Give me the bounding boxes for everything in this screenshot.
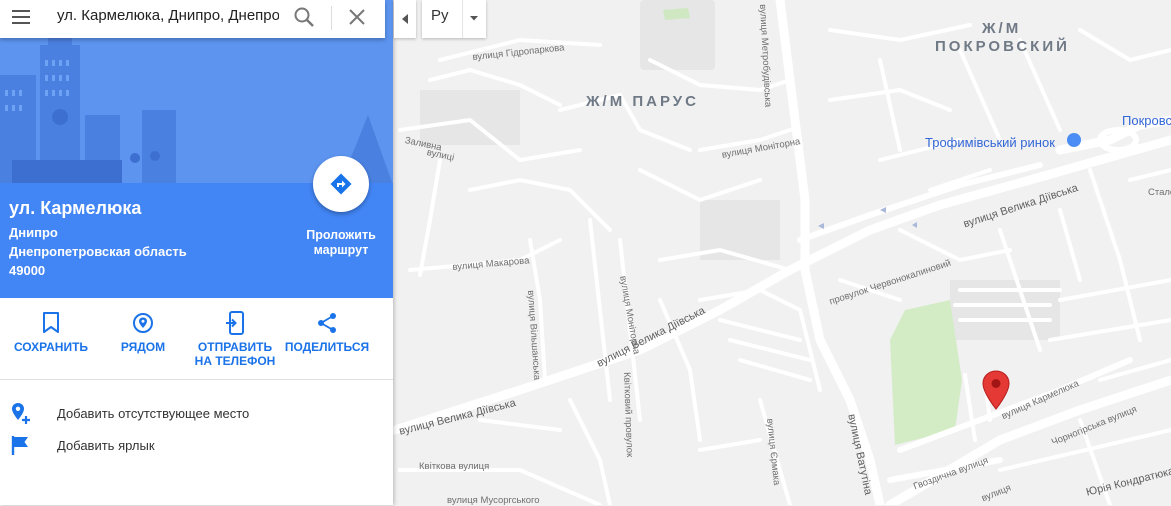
send-to-phone-label: ОТПРАВИТЬ НА ТЕЛЕФОН	[194, 340, 276, 368]
street-label: вулиця Мусоргського	[447, 495, 540, 506]
search-input[interactable]: ул. Кармелюка, Днипро, Днепропетровская …	[57, 0, 279, 38]
place-region: Днепропетровская область	[9, 244, 187, 259]
chevron-left-icon	[402, 14, 408, 24]
market-icon[interactable]	[1067, 133, 1081, 147]
collapse-panel-button[interactable]	[394, 0, 416, 38]
district-label-parus: Ж/М ПАРУС	[586, 93, 699, 110]
street-label: Стале	[1148, 187, 1171, 198]
add-missing-place-link[interactable]: Добавить отсутствующее место	[10, 401, 249, 425]
poi-label-market[interactable]: Трофимівський ринок	[925, 135, 1055, 150]
nearby-button[interactable]: РЯДОМ	[98, 310, 188, 354]
send-to-phone-button[interactable]: ОТПРАВИТЬ НА ТЕЛЕФОН	[190, 310, 280, 368]
street-label: Квіткова вулиця	[419, 461, 490, 472]
district-label-zhm: Ж/М	[982, 20, 1022, 37]
location-pin-icon[interactable]	[982, 370, 1010, 410]
menu-icon[interactable]	[11, 9, 31, 25]
place-postcode: 49000	[9, 263, 46, 278]
district-label-pokrovskyi: ПОКРОВСКИЙ	[935, 38, 1070, 55]
directions-button[interactable]	[313, 156, 369, 212]
add-label-link[interactable]: Добавить ярлык	[10, 433, 155, 457]
poi-label-pokrovskyi[interactable]: Покровс	[1122, 113, 1171, 128]
add-label-label: Добавить ярлык	[57, 437, 155, 453]
flag-icon	[11, 436, 28, 455]
close-icon[interactable]	[347, 7, 367, 27]
search-box: ул. Кармелюка, Днипро, Днепропетровская …	[0, 0, 385, 38]
directions-icon	[330, 173, 352, 195]
place-city: Днипро	[9, 225, 58, 240]
add-place-icon	[12, 403, 30, 424]
directions-label[interactable]: Проложить маршрут	[296, 228, 386, 258]
save-label: СОХРАНИТЬ	[13, 340, 89, 354]
language-separator	[462, 0, 463, 38]
language-value: Ру	[431, 7, 449, 24]
save-button[interactable]: СОХРАНИТЬ	[6, 310, 96, 354]
nearby-icon	[133, 313, 153, 333]
send-to-phone-icon	[226, 311, 244, 335]
language-selector[interactable]: Ру	[422, 0, 486, 38]
share-label: ПОДЕЛИТЬСЯ	[284, 340, 370, 354]
share-icon	[318, 313, 336, 333]
park-area	[890, 300, 962, 445]
add-missing-place-label: Добавить отсутствующее место	[57, 405, 250, 421]
search-separator	[331, 6, 332, 30]
chevron-down-icon	[470, 16, 478, 21]
bookmark-icon	[43, 312, 59, 333]
place-panel: ул. Кармелюка Днипро Днепропетровская об…	[0, 0, 393, 505]
share-button[interactable]: ПОДЕЛИТЬСЯ	[282, 310, 372, 354]
place-title: ул. Кармелюка	[9, 198, 142, 218]
search-icon[interactable]	[293, 6, 315, 28]
divider	[0, 379, 393, 380]
nearby-label: РЯДОМ	[120, 340, 166, 354]
